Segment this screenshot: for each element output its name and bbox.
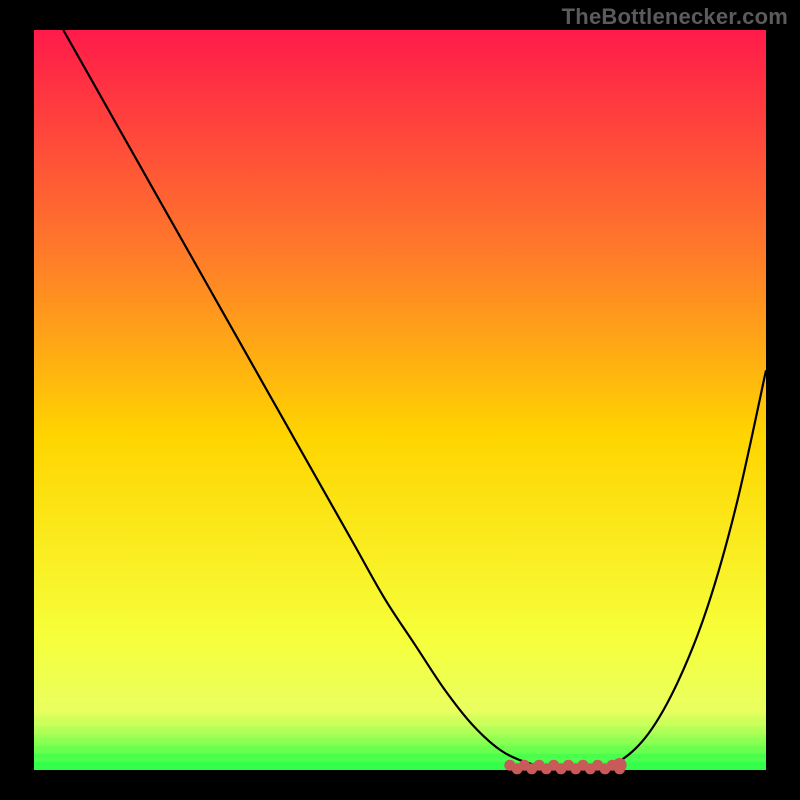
- chart-svg: [0, 0, 800, 800]
- chart-stage: TheBottlenecker.com: [0, 0, 800, 800]
- plot-area: [34, 30, 766, 770]
- attribution-text: TheBottlenecker.com: [0, 4, 800, 30]
- optimum-marker-end: [613, 758, 627, 772]
